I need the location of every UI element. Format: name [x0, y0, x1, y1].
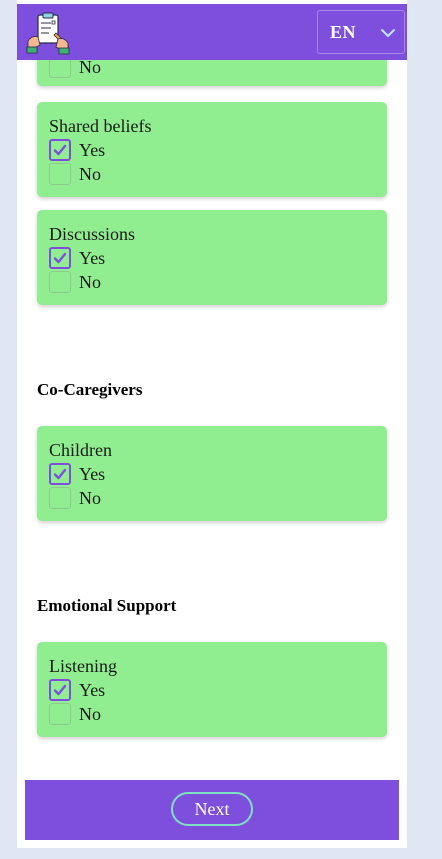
option-label: No	[79, 164, 101, 184]
checkbox[interactable]	[49, 487, 71, 509]
page: No Shared beliefs Yes No Discussions Yes…	[0, 0, 442, 859]
option-label: Yes	[79, 680, 106, 700]
option-yes[interactable]: Yes	[49, 139, 249, 163]
question-label: Listening	[49, 656, 117, 676]
checkmark-icon	[53, 684, 67, 696]
question-card-shared-beliefs: Shared beliefs Yes No	[37, 102, 387, 197]
option-label: Yes	[79, 140, 106, 160]
form-panel: No Shared beliefs Yes No Discussions Yes…	[17, 0, 407, 848]
option-label: No	[79, 488, 101, 508]
section-title-emotional-support: Emotional Support	[37, 596, 177, 615]
question-card-listening: Listening Yes No	[37, 642, 387, 737]
option-no[interactable]: No	[49, 703, 249, 727]
question-label: Discussions	[49, 224, 136, 244]
option-no[interactable]: No	[49, 271, 249, 295]
question-card-discussions: Discussions Yes No	[37, 210, 387, 305]
footer-bar: Next	[25, 780, 399, 840]
next-button[interactable]: Next	[171, 792, 253, 826]
question-label: Shared beliefs	[49, 116, 152, 136]
option-yes[interactable]: Yes	[49, 463, 249, 487]
question-card-children: Children Yes No	[37, 426, 387, 521]
section-title-co-caregivers: Co-Caregivers	[37, 380, 143, 399]
chevron-down-icon	[381, 29, 395, 37]
checkbox-checked[interactable]	[49, 247, 71, 269]
checkbox-checked[interactable]	[49, 139, 71, 161]
option-yes[interactable]: Yes	[49, 247, 249, 271]
question-label: Children	[49, 440, 112, 460]
option-no[interactable]: No	[49, 163, 249, 187]
checkmark-icon	[53, 144, 67, 156]
language-value: EN	[330, 22, 357, 42]
option-no[interactable]: No	[49, 487, 249, 511]
checkmark-icon	[53, 468, 67, 480]
option-label: No	[79, 57, 101, 77]
app-logo-icon	[26, 12, 70, 55]
checkbox[interactable]	[49, 163, 71, 185]
option-label: No	[79, 272, 101, 292]
option-label: Yes	[79, 464, 106, 484]
option-label: No	[79, 704, 101, 724]
checkbox-checked[interactable]	[49, 679, 71, 701]
option-label: Yes	[79, 248, 106, 268]
option-yes[interactable]: Yes	[49, 679, 249, 703]
checkbox-checked[interactable]	[49, 463, 71, 485]
checkmark-icon	[53, 252, 67, 264]
checkbox[interactable]	[49, 271, 71, 293]
app-header: EN	[17, 4, 407, 60]
checkbox[interactable]	[49, 703, 71, 725]
language-select[interactable]: EN	[317, 10, 405, 54]
